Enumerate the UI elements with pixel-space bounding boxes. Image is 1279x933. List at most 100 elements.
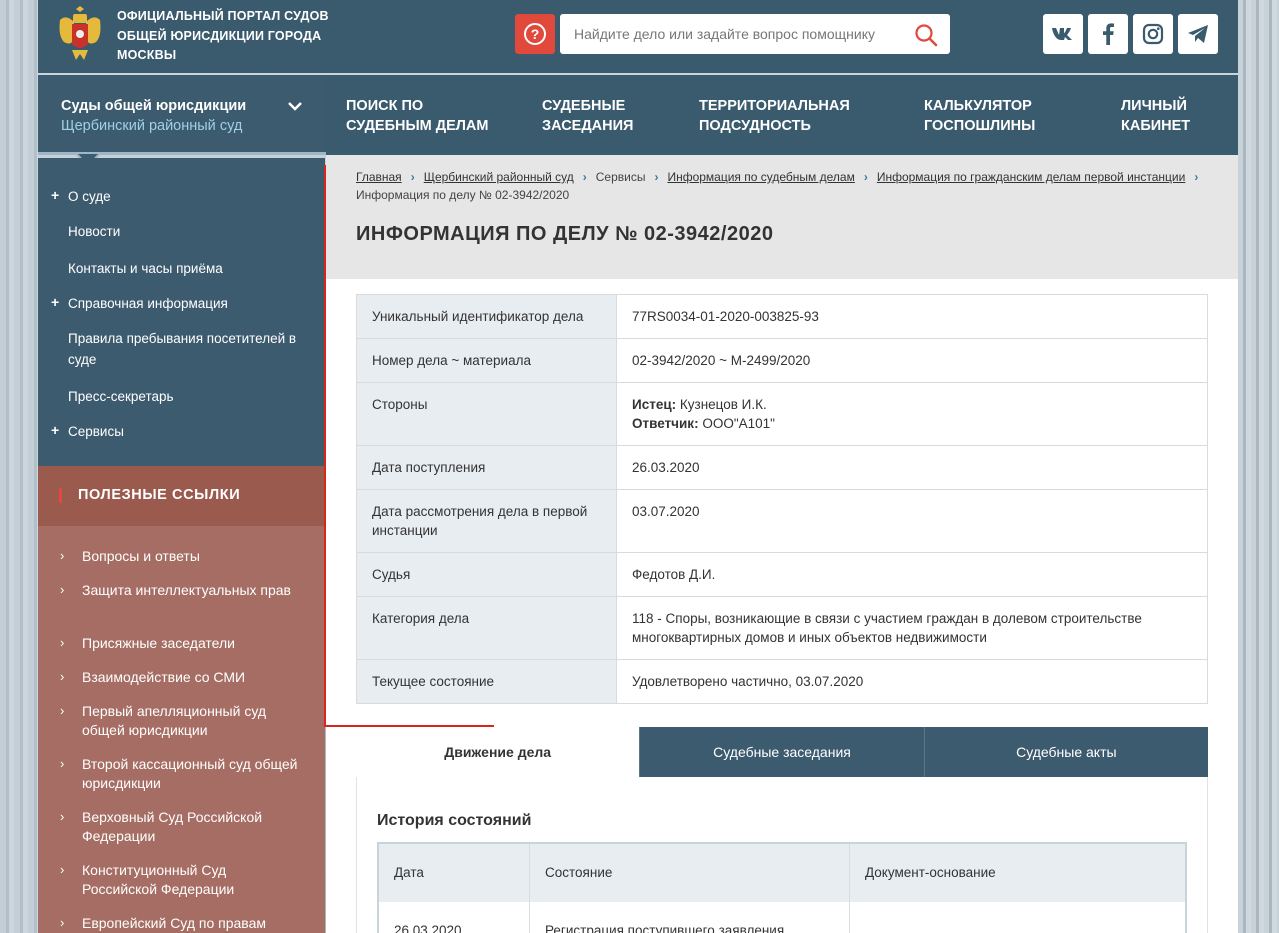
- case-info-table: Уникальный идентификатор дела 77RS0034-0…: [356, 294, 1208, 704]
- background-right: [1238, 0, 1279, 933]
- chevron-down-icon[interactable]: [288, 99, 302, 117]
- row-value: 02-3942/2020 ~ М-2499/2020: [632, 353, 811, 368]
- court-selector-subtitle: Щербинский районный суд: [61, 118, 243, 134]
- red-annotation-line: [324, 165, 326, 727]
- question-icon: ?: [524, 23, 546, 45]
- nav-case-search[interactable]: Поиск по судебным делам: [346, 96, 489, 136]
- search-icon[interactable]: [914, 23, 938, 52]
- row-label: Категория дела: [357, 597, 617, 659]
- nav-fee-calculator[interactable]: Калькулятор госпошлины: [924, 96, 1035, 136]
- chevron-right-icon: ›: [60, 582, 65, 597]
- portal-title[interactable]: Официальный портал судов общей юрисдикци…: [117, 7, 337, 66]
- chevron-right-icon: ›: [60, 756, 65, 771]
- sidebar-item-news[interactable]: Новости: [68, 221, 308, 242]
- useful-link[interactable]: Второй кассационный суд общей юрисдикции: [82, 755, 302, 793]
- help-button[interactable]: ?: [515, 14, 555, 54]
- nav-court-hearings-line1: Судебные: [542, 98, 626, 114]
- breadcrumb-area: Главная › Щербинский районный суд › Сервисы ›…: [326, 155, 1238, 279]
- sidebar-item-about[interactable]: О суде: [68, 186, 308, 207]
- useful-link[interactable]: Присяжные заседатели: [82, 634, 302, 653]
- row-label: Уникальный идентификатор дела: [357, 295, 617, 338]
- defendant-value: ООО"А101": [702, 416, 775, 431]
- nav-court-hearings[interactable]: Судебные заседания: [542, 96, 633, 136]
- table-row: Уникальный идентификатор дела 77RS0034-0…: [357, 295, 1207, 339]
- useful-link[interactable]: Европейский Суд по правам: [82, 914, 302, 933]
- breadcrumb-case-info[interactable]: Информация по судебным делам: [667, 170, 854, 184]
- sidebar-item-press[interactable]: Пресс-секретарь: [68, 386, 308, 407]
- useful-link[interactable]: Вопросы и ответы: [82, 547, 302, 566]
- vk-button[interactable]: [1043, 14, 1083, 54]
- sidebar-item-services[interactable]: Сервисы: [68, 421, 308, 442]
- useful-links-list: › Вопросы и ответы › Защита интеллектуал…: [38, 526, 325, 933]
- sidebar-item-visitor-rules[interactable]: Правила пребывания посетителей в суде: [68, 328, 298, 370]
- vk-icon: [1052, 28, 1072, 40]
- page: Официальный портал судов общей юрисдикци…: [38, 0, 1238, 933]
- facebook-icon: [1103, 23, 1114, 45]
- table-row: Дата рассмотрения дела в первой инстанци…: [357, 490, 1207, 553]
- table-row: Судья Федотов Д.И.: [357, 553, 1207, 597]
- case-tabs: Движение дела Судебные заседания Судебны…: [356, 727, 1208, 777]
- top-header: Официальный портал судов общей юрисдикци…: [38, 0, 1238, 73]
- plus-icon[interactable]: +: [51, 422, 59, 438]
- table-row: Текущее состояние Удовлетворено частично…: [357, 660, 1207, 703]
- breadcrumb-home[interactable]: Главная: [356, 170, 402, 184]
- tab-case-movement[interactable]: Движение дела: [356, 727, 640, 777]
- instagram-button[interactable]: [1133, 14, 1173, 54]
- nav-territorial-jurisdiction[interactable]: Территориальная подсудность: [699, 96, 850, 136]
- sidebar-menu: + О суде Новости Контакты и часы приёма …: [38, 158, 325, 466]
- sidebar-item-reference[interactable]: Справочная информация: [68, 293, 308, 314]
- row-label: Стороны: [357, 383, 617, 445]
- breadcrumb-civil-cases[interactable]: Информация по гражданским делам первой и…: [877, 170, 1186, 184]
- sidebar-item-contacts[interactable]: Контакты и часы приёма: [68, 258, 308, 279]
- court-selector[interactable]: Суды общей юрисдикции Щербинский районны…: [38, 75, 326, 167]
- parties-value: Истец: Кузнецов И.К. Ответчик: ООО"А101": [617, 383, 1207, 445]
- tab-court-hearings[interactable]: Судебные заседания: [639, 727, 924, 777]
- chevron-right-icon: ›: [60, 548, 65, 563]
- useful-links-header: Полезные ссылки: [38, 466, 325, 526]
- table-row: Дата поступления 26.03.2020: [357, 446, 1207, 490]
- coat-of-arms-logo[interactable]: [52, 6, 108, 66]
- column-header-document: Документ-основание: [865, 865, 996, 880]
- chevron-right-icon: ›: [60, 635, 65, 650]
- useful-link[interactable]: Защита интеллектуальных прав: [82, 581, 302, 600]
- chevron-right-icon: ›: [60, 862, 65, 877]
- telegram-button[interactable]: [1178, 14, 1218, 54]
- column-header-date: Дата: [379, 844, 530, 902]
- row-value: 118 - Споры, возникающие в связи с участ…: [632, 611, 1142, 645]
- chevron-right-icon: ›: [654, 170, 659, 184]
- useful-link[interactable]: Конституционный Суд Российской Федерации: [82, 861, 302, 899]
- accent-bar: [59, 488, 62, 503]
- chevron-right-icon: ›: [582, 170, 587, 184]
- chevron-right-icon: ›: [60, 703, 65, 718]
- breadcrumb-current: Информация по делу № 02-3942/2020: [356, 188, 570, 202]
- row-label: Дата поступления: [357, 446, 617, 489]
- useful-link[interactable]: Верховный Суд Российской Федерации: [82, 808, 302, 846]
- main-content: Главная › Щербинский районный суд › Сервисы ›…: [326, 155, 1238, 933]
- search-input[interactable]: [560, 14, 900, 54]
- row-label: Дата рассмотрения дела в первой инстанци…: [357, 490, 617, 552]
- defendant-label: Ответчик:: [632, 416, 699, 431]
- nav-court-hearings-line2: заседания: [542, 118, 634, 134]
- useful-link[interactable]: Взаимодействие со СМИ: [82, 668, 302, 687]
- row-value: Удовлетворено частично, 03.07.2020: [632, 674, 864, 689]
- nav-case-search-line1: Поиск по: [346, 98, 424, 114]
- row-value: 77RS0034-01-2020-003825-93: [632, 309, 819, 324]
- history-table: Дата Состояние Документ-основание 26.03.…: [377, 842, 1187, 933]
- chevron-right-icon: ›: [410, 170, 415, 184]
- breadcrumb-court[interactable]: Щербинский районный суд: [424, 170, 574, 184]
- row-label: Номер дела ~ материала: [357, 339, 617, 382]
- nav-personal-account[interactable]: Личный кабинет: [1121, 96, 1190, 136]
- nav-fee-calculator-line1: Калькулятор: [924, 98, 1032, 114]
- court-selector-title: Суды общей юрисдикции: [61, 98, 247, 114]
- row-value: 26.03.2020: [632, 460, 700, 475]
- tab-court-acts[interactable]: Судебные акты: [923, 727, 1208, 777]
- breadcrumb-services: Сервисы: [595, 170, 646, 184]
- search-box: [560, 14, 950, 54]
- plus-icon[interactable]: +: [51, 294, 59, 310]
- useful-link[interactable]: Первый апелляционный суд общей юрисдикци…: [82, 702, 302, 740]
- plus-icon[interactable]: +: [51, 187, 59, 203]
- facebook-button[interactable]: [1088, 14, 1128, 54]
- cell-state: Регистрация поступившего заявления: [530, 902, 850, 933]
- row-label: Судья: [357, 553, 617, 596]
- row-value: Федотов Д.И.: [632, 567, 716, 582]
